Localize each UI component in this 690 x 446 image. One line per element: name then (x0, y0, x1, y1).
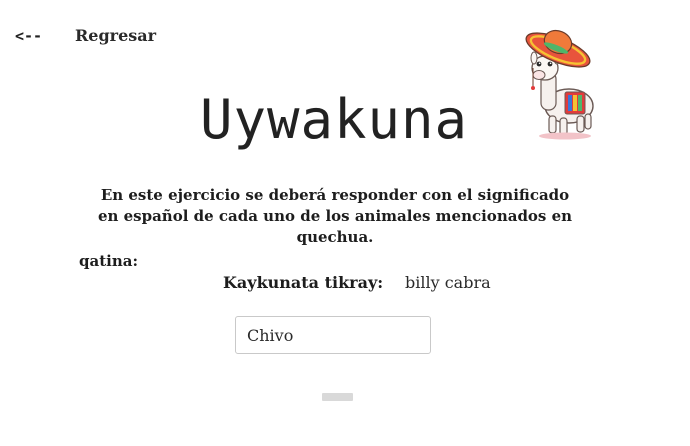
instructions-text: En este ejercicio se deberá responder co… (97, 186, 573, 246)
quechua-word: qatina: (79, 252, 138, 270)
hint-value: billy cabra (405, 273, 491, 292)
submit-button[interactable] (322, 393, 353, 401)
back-link[interactable]: Regresar (75, 26, 156, 45)
answer-input[interactable] (235, 316, 431, 354)
llama-with-sombrero-icon (525, 29, 594, 140)
hint-label: Kaykunata tikray: (223, 273, 384, 292)
back-arrow-icon[interactable]: <-- (15, 27, 42, 45)
